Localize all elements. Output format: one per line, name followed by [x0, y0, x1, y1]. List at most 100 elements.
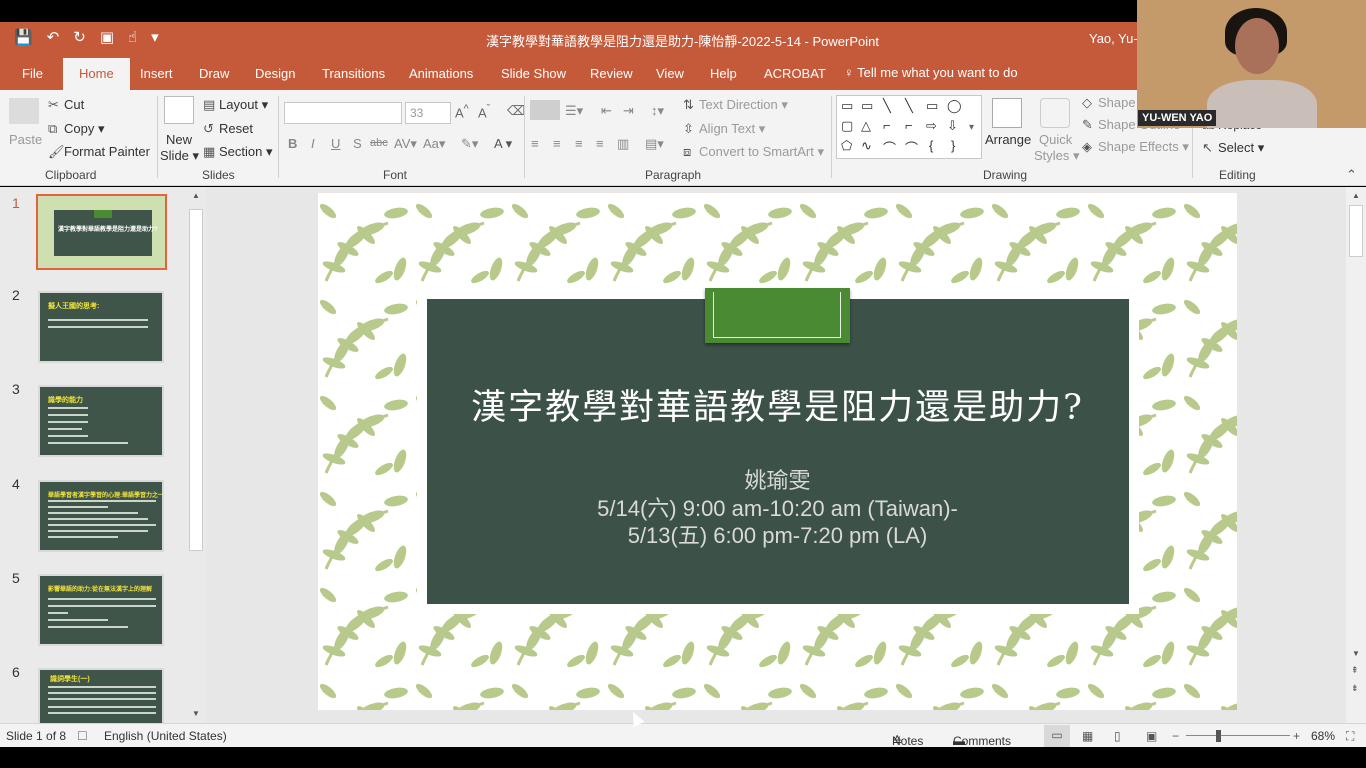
section-button[interactable]: ▦ Section ▾ — [203, 144, 273, 160]
scribble-icon[interactable]: ∿ — [861, 138, 872, 154]
scroll-up-icon[interactable]: ▲ — [1352, 191, 1360, 200]
slide-thumbnail-4[interactable]: 華語學習者漢字學習的心理:華語學習力之一 — [38, 480, 164, 552]
tab-file[interactable]: File — [22, 66, 43, 81]
down-arrow-shape-icon[interactable]: ⇩ — [947, 118, 958, 134]
tab-help[interactable]: Help — [710, 66, 737, 81]
elbow-connector-icon[interactable]: ⌐ — [883, 118, 891, 133]
tab-slide-show[interactable]: Slide Show — [501, 66, 566, 81]
language-indicator[interactable]: English (United States) — [104, 729, 227, 743]
customize-qat-icon[interactable]: ▾ — [151, 29, 159, 47]
tab-design[interactable]: Design — [255, 66, 295, 81]
grow-font-icon[interactable]: A^ — [455, 103, 469, 120]
redo-icon[interactable]: ↻ — [73, 29, 86, 47]
freeform-shape-icon[interactable]: ⬠ — [841, 138, 852, 154]
tab-review[interactable]: Review — [590, 66, 633, 81]
slideshow-view-icon[interactable]: ▣ — [1146, 729, 1157, 743]
justify-icon[interactable]: ≡ — [596, 136, 604, 151]
shapes-gallery[interactable]: ▭ ▭ ╲ ╲ ▭ ◯ ▢ △ ⌐ ⌐ ⇨ ⇩ ⬠ ∿ ⌒ ⌒ { } ▾ — [836, 95, 982, 159]
presenter-icon[interactable]: ▣ — [100, 29, 114, 47]
new-slide-label-1[interactable]: New — [166, 132, 192, 147]
slide-canvas[interactable]: 漢字教學對華語教學是阻力還是助力? 姚瑜雯 5/14(六) 9:00 am-10… — [318, 193, 1237, 710]
slide-thumbnail-3[interactable]: 識學的能力 — [38, 385, 164, 457]
quick-styles-button[interactable]: Styles ▾ — [1034, 148, 1080, 164]
tab-insert[interactable]: Insert — [140, 66, 173, 81]
convert-smartart-button[interactable]: ⧈ Convert to SmartArt ▾ — [683, 144, 824, 160]
scrollbar-thumb[interactable] — [189, 209, 203, 551]
normal-view-icon[interactable]: ▭ — [1044, 725, 1070, 747]
shape-effects-button[interactable]: ◈ Shape Effects ▾ — [1082, 139, 1189, 155]
select-button[interactable]: ↖ Select ▾ — [1202, 140, 1264, 156]
shadow-icon[interactable]: S — [353, 136, 362, 151]
tab-draw[interactable]: Draw — [199, 66, 229, 81]
right-arrow-shape-icon[interactable]: ⇨ — [926, 118, 937, 134]
arrange-button[interactable]: Arrange — [985, 132, 1031, 147]
line-spacing-icon[interactable]: ↕▾ — [651, 103, 664, 119]
underline-icon[interactable]: U — [331, 136, 340, 151]
font-color-icon[interactable]: A ▾ — [494, 136, 512, 152]
tab-view[interactable]: View — [656, 66, 684, 81]
zoom-level[interactable]: 68% — [1311, 729, 1335, 743]
cut-button[interactable]: ✂ Cut — [48, 97, 84, 113]
shrink-font-icon[interactable]: Aˇ — [478, 103, 490, 120]
textbox-shape-icon[interactable]: ▭ — [841, 98, 853, 114]
curve-shape-icon[interactable]: ⌒ — [905, 138, 918, 157]
scrollbar-thumb[interactable] — [1349, 205, 1363, 257]
fit-to-window-icon[interactable]: ⛶ — [1346, 729, 1354, 744]
new-slide-button[interactable]: Slide ▾ — [160, 148, 199, 164]
tell-me-search[interactable]: ♀ Tell me what you want to do — [844, 65, 1018, 80]
font-size-dropdown[interactable]: 33 — [405, 102, 451, 124]
scroll-up-icon[interactable]: ▲ — [192, 191, 200, 200]
schedule-line-2[interactable]: 5/13(五) 6:00 pm-7:20 pm (LA) — [318, 518, 1237, 550]
scroll-down-icon[interactable]: ▼ — [1352, 649, 1360, 658]
scroll-down-icon[interactable]: ▼ — [192, 709, 200, 718]
reading-view-icon[interactable]: ▯ — [1114, 729, 1121, 743]
zoom-slider-thumb[interactable] — [1216, 730, 1221, 742]
change-case-icon[interactable]: Aa▾ — [423, 136, 445, 152]
rectangle-shape-icon[interactable]: ▭ — [926, 98, 938, 114]
align-right-icon[interactable]: ≡ — [575, 136, 583, 151]
arc-shape-icon[interactable]: ⌒ — [883, 138, 896, 157]
tab-transitions[interactable]: Transitions — [322, 66, 385, 81]
zoom-out-icon[interactable]: − — [1172, 729, 1179, 743]
next-slide-icon[interactable]: ⇟ — [1351, 683, 1359, 694]
bold-icon[interactable]: B — [288, 136, 297, 151]
clear-formatting-icon[interactable]: ⌫ — [507, 103, 525, 119]
reset-button[interactable]: ↺ Reset — [203, 121, 253, 137]
font-name-dropdown[interactable] — [284, 102, 402, 124]
text-direction-button[interactable]: ⇅ Text Direction ▾ — [683, 97, 788, 113]
new-slide-icon[interactable] — [164, 96, 194, 124]
decrease-indent-icon[interactable]: ⇤ — [601, 103, 612, 119]
copy-button[interactable]: ⧉ Copy ▾ — [48, 121, 105, 137]
table-align-icon[interactable]: ▤▾ — [645, 136, 664, 152]
slide-thumbnail-6[interactable]: 識詞學生(一) — [38, 668, 164, 723]
columns-icon[interactable]: ▥ — [617, 136, 629, 152]
previous-slide-icon[interactable]: ⇞ — [1351, 665, 1359, 676]
strikethrough-icon[interactable]: abc — [370, 137, 388, 149]
shape-fill-button[interactable]: ◇ Shape — [1082, 95, 1136, 111]
slide-thumbnail-5[interactable]: 影響華語的助力:從在無法漢字上的理解 — [38, 574, 164, 646]
slide-thumbnail-1[interactable]: 漢字教學對華語教學是阻力還是助力? — [36, 194, 167, 270]
arrow-line-icon[interactable]: ╲ — [905, 98, 913, 114]
italic-icon[interactable]: I — [311, 136, 315, 151]
elbow-arrow-icon[interactable]: ⌐ — [905, 118, 913, 133]
numbering-icon[interactable]: ☰▾ — [565, 103, 583, 119]
char-spacing-icon[interactable]: AV▾ — [394, 136, 417, 152]
triangle-shape-icon[interactable]: △ — [861, 118, 871, 134]
oval-shape-icon[interactable]: ◯ — [947, 98, 962, 114]
paste-button[interactable]: Paste — [9, 132, 42, 147]
editor-scrollbar[interactable]: ▲ ▼ ⇞ ⇟ — [1346, 187, 1366, 723]
thumbnails-scrollbar[interactable]: ▲ ▼ — [186, 187, 206, 723]
increase-indent-icon[interactable]: ⇥ — [623, 103, 634, 119]
gallery-more-icon[interactable]: ▾ — [969, 122, 974, 133]
quick-styles-icon[interactable] — [1040, 98, 1070, 128]
align-left-icon[interactable]: ≡ — [531, 136, 539, 151]
align-center-icon[interactable]: ≡ — [553, 136, 561, 151]
zoom-in-icon[interactable]: + — [1293, 729, 1300, 743]
left-brace-icon[interactable]: { — [929, 138, 933, 153]
zoom-slider[interactable] — [1186, 735, 1290, 736]
spellcheck-icon[interactable]: ☐ — [77, 729, 88, 743]
undo-icon[interactable]: ↶ — [47, 29, 60, 47]
tab-home[interactable]: Home — [63, 58, 130, 90]
touch-mode-icon[interactable]: ☝ — [128, 29, 137, 47]
align-text-button[interactable]: ⇳ Align Text ▾ — [683, 121, 765, 137]
